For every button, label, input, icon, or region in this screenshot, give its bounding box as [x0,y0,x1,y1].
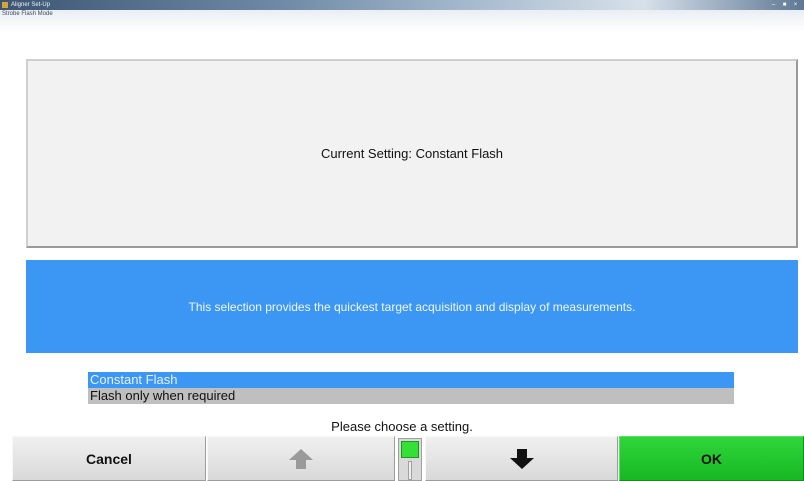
close-button[interactable]: × [791,1,800,9]
settings-list: Constant Flash Flash only when required [88,372,734,404]
screen-title: Strobe Flash Mode [2,11,53,17]
move-up-button[interactable] [207,436,395,481]
move-down-button[interactable] [425,436,618,481]
description-panel: This selection provides the quickest tar… [26,260,798,353]
down-arrow-icon [509,448,534,469]
instruction-prompt: Please choose a setting. [331,419,473,434]
maximize-button[interactable]: ■ [780,1,789,9]
up-arrow-icon [289,448,313,469]
screen-header: Strobe Flash Mode [0,10,804,32]
window-titlebar: Aligner Set-Up – ■ × [0,0,804,10]
scrollbar-thumb[interactable] [401,441,419,458]
cancel-button-label: Cancel [86,450,132,467]
description-text: This selection provides the quickest tar… [188,299,636,314]
window-controls: – ■ × [769,1,800,9]
minimize-button[interactable]: – [769,1,778,9]
option-flash-only-when-required[interactable]: Flash only when required [88,388,734,404]
app-icon [2,2,8,8]
current-setting-text: Current Setting: Constant Flash [320,146,504,161]
option-constant-flash[interactable]: Constant Flash [88,372,734,388]
ok-button-label: OK [701,450,722,467]
current-setting-panel: Current Setting: Constant Flash [26,59,798,248]
scrollbar-track[interactable] [408,461,412,480]
window-title: Aligner Set-Up [11,2,51,8]
cancel-button[interactable]: Cancel [12,436,206,481]
ok-button[interactable]: OK [619,436,804,481]
scrollbar[interactable] [398,438,422,481]
